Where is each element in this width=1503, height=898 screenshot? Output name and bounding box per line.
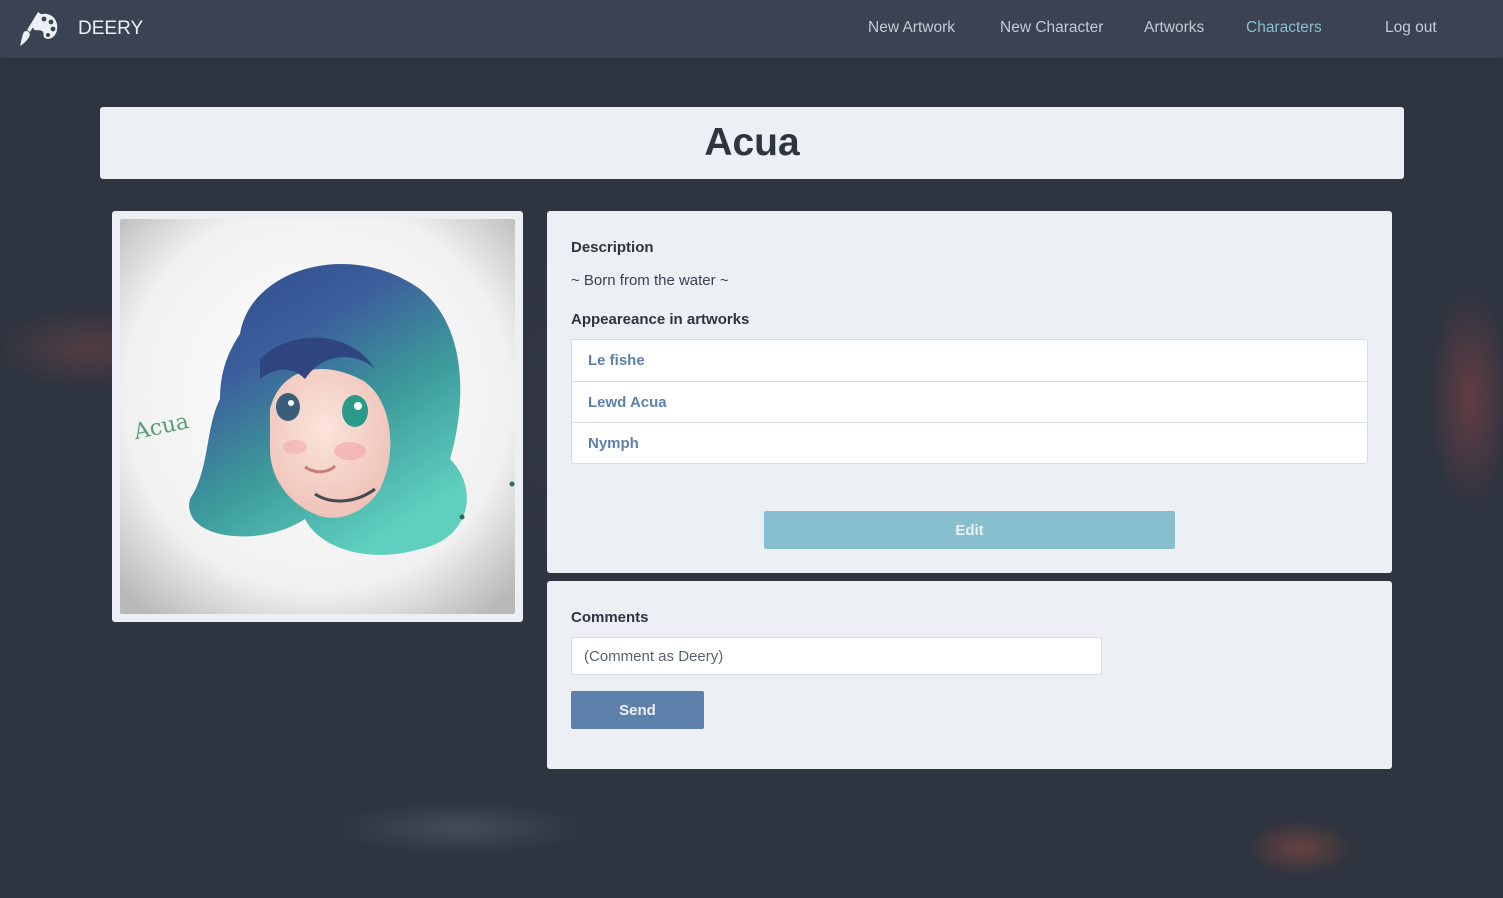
edit-button[interactable]: Edit [764, 511, 1175, 549]
comment-input[interactable] [571, 637, 1102, 675]
artwork-list: Le fishe Lewd Acua Nymph [571, 339, 1368, 464]
description-text: ~ Born from the water ~ [571, 272, 729, 289]
brand-name: DEERY [78, 18, 144, 39]
description-label: Description [571, 239, 654, 256]
comments-label: Comments [571, 609, 649, 626]
nav-new-artwork[interactable]: New Artwork [868, 19, 955, 37]
character-portrait: Acua [120, 219, 515, 614]
character-info-card: Description ~ Born from the water ~ Appe… [547, 211, 1392, 573]
artwork-link-le-fishe[interactable]: Le fishe [572, 340, 1367, 381]
top-navbar: DEERY New Artwork New Character Artworks… [0, 0, 1503, 58]
nav-new-character[interactable]: New Character [1000, 19, 1103, 37]
artwork-link-lewd-acua[interactable]: Lewd Acua [572, 381, 1367, 422]
nav-log-out[interactable]: Log out [1385, 19, 1437, 37]
comments-card: Comments Send [547, 581, 1392, 769]
brand[interactable]: DEERY [18, 8, 143, 50]
nav-characters[interactable]: Characters [1246, 19, 1322, 37]
nav-artworks[interactable]: Artworks [1144, 19, 1204, 37]
character-title-card: Acua [100, 107, 1404, 179]
paintbrush-palette-icon [20, 12, 58, 46]
artwork-link-nymph[interactable]: Nymph [572, 422, 1367, 463]
character-image-card: Acua [112, 211, 523, 622]
artworks-label: Appeareance in artworks [571, 311, 750, 328]
send-button[interactable]: Send [571, 691, 704, 729]
character-name: Acua [704, 121, 800, 164]
